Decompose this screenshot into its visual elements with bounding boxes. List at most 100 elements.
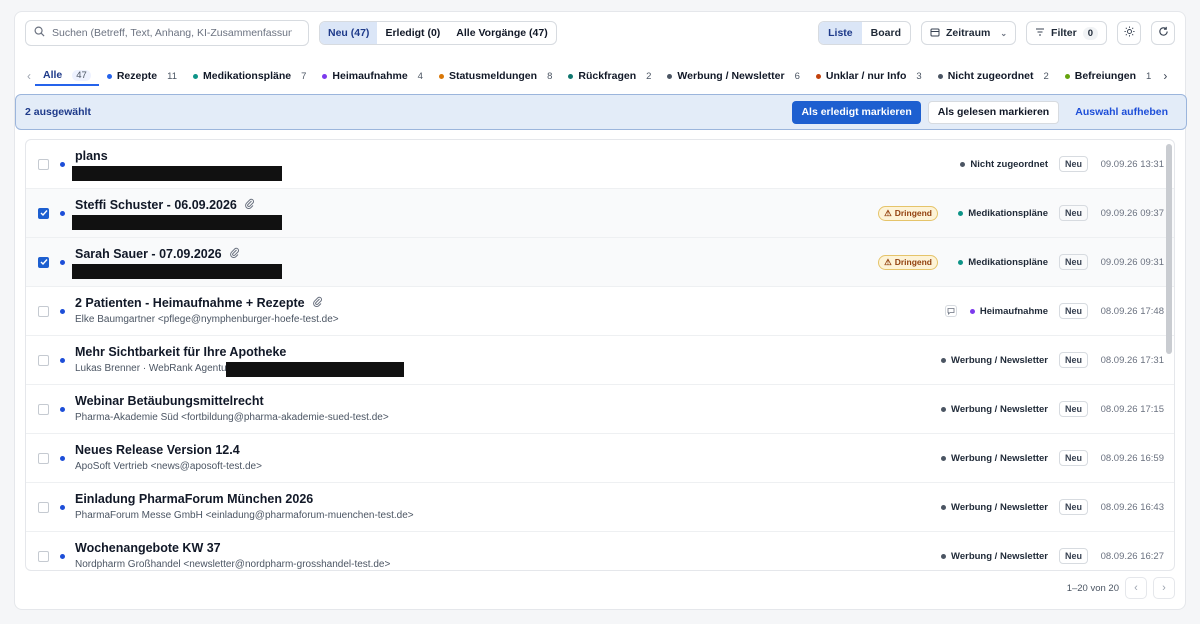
prev-page-button[interactable]: ‹ — [1125, 577, 1147, 599]
subject-text: Sarah Sauer - 07.09.2026 — [75, 247, 222, 261]
timestamp: 08.09.26 16:27 — [1100, 550, 1164, 562]
subject-text: Einladung PharmaForum München 2026 — [75, 492, 314, 506]
message-row[interactable]: Neues Release Version 12.4 ApoSoft Vertr… — [26, 434, 1174, 483]
message-subject: 2 Patienten - Heimaufnahme + Rezepte — [75, 296, 322, 310]
category-count: 7 — [301, 70, 307, 82]
category-count: 2 — [1043, 70, 1049, 82]
category-label: Nicht zugeordnet — [947, 70, 1034, 82]
filter-icon — [1035, 27, 1045, 40]
category-tab-statusmeldungen[interactable]: Statusmeldungen 8 — [431, 66, 560, 86]
message-sender: ApoSoft Vertrieb <news@aposoft-test.de> — [75, 461, 262, 472]
row-category: Werbung / Newsletter — [941, 404, 1048, 415]
category-dot — [568, 73, 574, 79]
category-dot — [969, 308, 975, 314]
message-row[interactable]: Webinar Betäubungsmittelrecht Pharma-Aka… — [26, 385, 1174, 434]
category-tab-befreiungen[interactable]: Befreiungen 1 — [1057, 66, 1160, 86]
category-dot — [322, 73, 328, 79]
category-count: 47 — [72, 69, 91, 81]
row-checkbox[interactable] — [38, 207, 49, 219]
row-checkbox[interactable] — [38, 158, 49, 170]
mark-done-button[interactable]: Als erledigt markieren — [792, 100, 921, 124]
redacted-sender — [72, 264, 282, 279]
view-list-button[interactable]: Liste — [819, 22, 862, 44]
message-row[interactable]: Steffi Schuster - 06.09.2026 ⚠ Dringend M… — [26, 189, 1174, 238]
calendar-icon — [930, 27, 940, 40]
row-category: Nicht zugeordnet — [960, 159, 1048, 170]
view-board-button[interactable]: Board — [862, 22, 910, 44]
category-tab-heimaufnahme[interactable]: Heimaufnahme 4 — [314, 66, 431, 86]
category-dot — [667, 73, 673, 79]
category-tab-rueckfragen[interactable]: Rückfragen 2 — [560, 66, 659, 86]
list-scrollbar[interactable] — [1166, 144, 1172, 354]
category-dot — [937, 73, 943, 79]
timestamp: 08.09.26 17:15 — [1100, 403, 1164, 415]
message-row[interactable]: Einladung PharmaForum München 2026 Pharm… — [26, 483, 1174, 532]
refresh-button[interactable] — [1151, 21, 1175, 45]
chevron-left-icon: ‹ — [1134, 582, 1138, 594]
category-tab-unklar[interactable]: Unklar / nur Info 3 — [808, 66, 930, 86]
category-tab-werbung[interactable]: Werbung / Newsletter 6 — [659, 66, 807, 86]
message-list: plans Nicht zugeordnet Neu 09.09.26 13:3… — [25, 139, 1175, 571]
category-dot — [106, 73, 112, 79]
clear-selection-button[interactable]: Auswahl aufheben — [1066, 101, 1177, 124]
category-label: Unklar / nur Info — [825, 70, 907, 82]
row-category: Medikationspläne — [958, 257, 1048, 268]
filter-button[interactable]: Filter 0 — [1026, 21, 1107, 45]
message-subject: plans — [75, 149, 108, 163]
tab-neu[interactable]: Neu (47) — [320, 22, 378, 44]
category-label: Alle — [43, 69, 63, 81]
category-tabs: ‹ Alle 47 Rezepte 11 Medikationspläne 7 … — [23, 66, 1179, 86]
search-input[interactable] — [52, 27, 292, 39]
status-badge: Neu — [1058, 156, 1088, 172]
chevron-left-icon[interactable]: ‹ — [23, 66, 35, 86]
category-tab-alle[interactable]: Alle 47 — [35, 66, 99, 86]
timestamp: 09.09.26 09:37 — [1100, 207, 1164, 219]
theme-toggle-button[interactable] — [1117, 21, 1141, 45]
row-checkbox[interactable] — [38, 305, 49, 317]
row-checkbox[interactable] — [38, 256, 49, 268]
redacted-sender — [72, 166, 282, 181]
category-dot — [941, 553, 947, 559]
message-row[interactable]: Sarah Sauer - 07.09.2026 ⚠ Dringend Medik… — [26, 238, 1174, 287]
search-box[interactable] — [25, 20, 309, 46]
selection-count: 2 ausgewählt — [25, 106, 91, 118]
filter-count: 0 — [1082, 26, 1098, 40]
timestamp: 08.09.26 17:48 — [1100, 305, 1164, 317]
category-dot — [815, 73, 821, 79]
chevron-right-icon[interactable]: › — [1159, 66, 1171, 86]
tab-erledigt[interactable]: Erledigt (0) — [377, 22, 448, 44]
category-label: Rezepte — [116, 70, 158, 82]
message-row[interactable]: plans Nicht zugeordnet Neu 09.09.26 13:3… — [26, 140, 1174, 189]
row-category: Werbung / Newsletter — [941, 355, 1048, 366]
row-category-label: Werbung / Newsletter — [951, 354, 1048, 366]
message-row[interactable]: Wochenangebote KW 37 Nordpharm Großhande… — [26, 532, 1174, 570]
row-category: Werbung / Newsletter — [941, 502, 1048, 513]
category-dot — [192, 73, 198, 79]
message-row[interactable]: 2 Patienten - Heimaufnahme + Rezepte Elk… — [26, 287, 1174, 336]
subject-text: Neues Release Version 12.4 — [75, 443, 240, 457]
category-label: Rückfragen — [578, 70, 637, 82]
category-tab-medikationsplaene[interactable]: Medikationspläne 7 — [185, 66, 314, 86]
row-checkbox[interactable] — [38, 403, 49, 415]
zeitraum-dropdown[interactable]: Zeitraum ⌄ — [920, 21, 1017, 45]
row-checkbox[interactable] — [38, 452, 49, 464]
check-icon — [40, 210, 48, 217]
filter-label: Filter — [1051, 27, 1077, 39]
row-checkbox[interactable] — [38, 550, 49, 562]
category-label: Werbung / Newsletter — [677, 70, 785, 82]
row-checkbox[interactable] — [38, 354, 49, 366]
category-dot — [958, 259, 964, 265]
status-badge: Neu — [1058, 450, 1088, 466]
status-badge: Neu — [1058, 303, 1088, 319]
mark-read-button[interactable]: Als gelesen markieren — [927, 100, 1060, 124]
row-checkbox[interactable] — [38, 501, 49, 513]
message-sender: Lukas Brenner · WebRank Agentur — [75, 363, 230, 374]
unread-dot — [60, 455, 65, 461]
message-row[interactable]: Mehr Sichtbarkeit für Ihre Apotheke Luka… — [26, 336, 1174, 385]
next-page-button[interactable]: › — [1153, 577, 1175, 599]
category-tab-nicht-zugeordnet[interactable]: Nicht zugeordnet 2 — [930, 66, 1057, 86]
category-tab-rezepte[interactable]: Rezepte 11 — [99, 66, 185, 86]
urgent-label: Dringend — [894, 208, 932, 218]
tab-alle-vorgaenge[interactable]: Alle Vorgänge (47) — [448, 22, 555, 44]
redacted-sender — [226, 362, 404, 377]
